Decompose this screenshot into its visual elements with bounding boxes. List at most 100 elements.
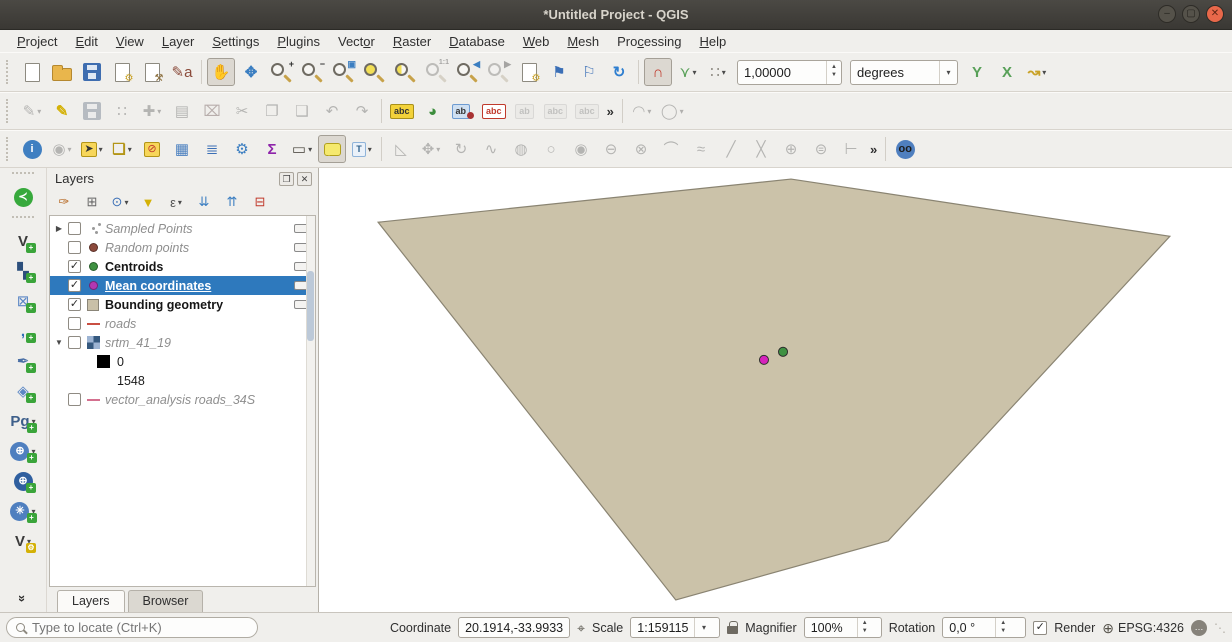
simplify-feature-button[interactable]: ∿ [477,135,505,163]
layer-visibility-checkbox[interactable]: ✓ [68,298,81,311]
stepper-icons[interactable]: ▲▼ [995,618,1010,637]
menu-web[interactable]: Web [514,32,559,51]
pin-labels-button[interactable]: ab [449,97,478,125]
filter-by-expression-button[interactable]: ε▾ [164,191,188,213]
split-parts-button[interactable]: ╳ [747,135,775,163]
cut-features-button[interactable]: ✂ [228,97,256,125]
toggle-editing-button[interactable]: ✎ [48,97,76,125]
rotate-feature-button[interactable]: ↻ [447,135,475,163]
tab-layers[interactable]: Layers [57,590,125,612]
zoom-last-button[interactable]: ◀ [453,58,482,86]
add-postgis-layer-button[interactable]: Pg+▾ [7,408,38,435]
manage-map-themes-button[interactable]: ⊙▾ [108,191,132,213]
toolbar-drag-handle[interactable] [12,216,34,223]
zoom-full-extent-button[interactable]: ▣ [329,58,358,86]
new-virtual-layer-button[interactable]: V⚙▾ [8,528,38,555]
messages-icon[interactable]: … [1191,620,1207,636]
filter-legend-button[interactable]: ▼ [136,191,160,213]
add-wms-layer-button[interactable]: ⊕+▾ [7,438,38,465]
expander-icon[interactable]: ▼ [54,338,64,347]
render-checkbox[interactable]: ✓ [1033,621,1047,635]
copy-features-button[interactable]: ❐ [258,97,286,125]
snapping-mode-button[interactable]: ⋎▾ [674,58,702,86]
run-feature-action-button[interactable]: ◉▾ [48,135,76,163]
menu-vector[interactable]: Vector [329,32,384,51]
locate-bar[interactable] [6,617,258,638]
add-mesh-layer-button[interactable]: ⊠+ [8,288,38,315]
digitize-with-curve-button[interactable]: ◠▾ [628,97,656,125]
zoom-next-button[interactable]: ▶ [484,58,513,86]
add-oracle-layer-button[interactable]: ◈+ [8,378,38,405]
add-delimited-text-layer-button[interactable]: ,+ [8,318,38,345]
move-label-button[interactable]: ab [511,97,539,125]
snapping-tolerance-spinbox[interactable]: 1,00000▲▼ [737,60,842,85]
menu-raster[interactable]: Raster [384,32,440,51]
zoom-in-button[interactable]: + [267,58,296,86]
digitizing-toolbar-overflow[interactable]: » [867,142,880,157]
shape-digitizing-button[interactable]: ◯▾ [658,97,687,125]
layer-visibility-checkbox[interactable] [68,241,81,254]
add-ring-button[interactable]: ◍ [507,135,535,163]
enable-tracing-button[interactable]: ↝▾ [1023,58,1051,86]
panel-close-icon[interactable]: ✕ [297,172,312,186]
panel-float-icon[interactable]: ❐ [279,172,294,186]
minimize-button[interactable]: – [1158,5,1176,23]
expander-icon[interactable]: ▶ [54,224,64,233]
select-features-button[interactable]: ➤▾ [78,135,106,163]
layer-row-sampled-points[interactable]: ▶Sampled Points [50,219,315,238]
snapping-type-button[interactable]: ∷▾ [704,58,732,86]
layer-row-vector-analysis-roads-34s[interactable]: vector_analysis roads_34S [50,390,315,409]
show-bookmark-manager-button[interactable]: ⚐ [575,58,603,86]
identify-features-button[interactable]: i [18,135,46,163]
scale-combo[interactable]: 1:159115 ▾ [630,617,720,638]
menu-layer[interactable]: Layer [153,32,204,51]
menu-help[interactable]: Help [690,32,735,51]
menu-edit[interactable]: Edit [66,32,106,51]
snapping-on-intersection-button[interactable]: X [993,58,1021,86]
add-group-button[interactable]: ⊞ [80,191,104,213]
add-spatialite-layer-button[interactable]: ✒+ [8,348,38,375]
layer-row-centroids[interactable]: ✓Centroids [50,257,315,276]
undo-button[interactable]: ↶ [318,97,346,125]
menu-processing[interactable]: Processing [608,32,690,51]
metasearch-button[interactable]: oo [891,135,919,163]
toolbar-drag-handle[interactable] [6,60,13,84]
open-project-button[interactable] [48,58,76,86]
layer-visibility-checkbox[interactable]: ✓ [68,260,81,273]
zoom-to-selection-button[interactable] [360,58,389,86]
layer-visibility-checkbox[interactable] [68,393,81,406]
toolbar-drag-handle[interactable] [6,137,13,161]
menu-view[interactable]: View [107,32,153,51]
chevron-down-icon[interactable]: ▾ [694,618,712,637]
split-features-button[interactable]: ╱ [717,135,745,163]
redo-button[interactable]: ↷ [348,97,376,125]
magnifier-spinbox[interactable]: 100% ▲▼ [804,617,882,638]
layer-row-random-points[interactable]: Random points [50,238,315,257]
move-feature-button[interactable]: ✥▾ [417,135,445,163]
reshape-features-button[interactable]: ≈ [687,135,715,163]
change-label-button[interactable]: abc [572,97,602,125]
add-part-button[interactable]: ○ [537,135,565,163]
data-source-manager-button[interactable]: ≺ [8,184,38,211]
layer-visibility-checkbox[interactable]: ✓ [68,279,81,292]
add-raster-layer-button[interactable]: ▚+ [8,258,38,285]
chevron-down-icon[interactable]: ▾ [939,61,957,84]
delete-selected-button[interactable]: ⌧ [198,97,226,125]
zoom-out-button[interactable]: − [298,58,327,86]
save-layer-edits-button[interactable] [78,97,106,125]
layer-row-roads[interactable]: roads [50,314,315,333]
tab-browser[interactable]: Browser [128,590,204,612]
delete-ring-button[interactable]: ⊖ [597,135,625,163]
layer-diagram-button[interactable]: ◕ [419,97,447,125]
locate-input[interactable] [32,620,248,635]
highlight-pinned-labels-button[interactable]: abc [479,97,509,125]
menu-mesh[interactable]: Mesh [558,32,608,51]
refresh-map-button[interactable]: ↻ [605,58,633,86]
field-calculator-button[interactable]: ≣ [198,135,226,163]
menu-settings[interactable]: Settings [203,32,268,51]
zoom-to-layer-button[interactable] [391,58,420,86]
collapse-all-button[interactable]: ⇈ [220,191,244,213]
pan-to-selection-button[interactable]: ✥ [237,58,265,86]
toolbar-drag-handle[interactable] [6,99,13,123]
new-project-button[interactable] [18,58,46,86]
